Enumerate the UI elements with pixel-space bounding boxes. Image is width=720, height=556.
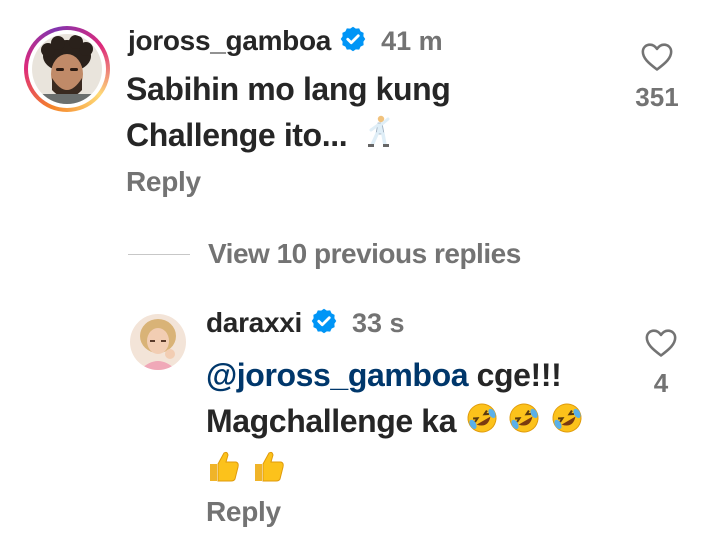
view-replies-label: View 10 previous replies <box>208 238 521 269</box>
comment-text-line: @joross_gamboa cge!!! <box>206 357 562 393</box>
dancing-man-emoji <box>364 115 390 161</box>
rolling-on-floor-laughing-emoji <box>507 401 541 447</box>
comment-joross: joross_gamboa 41 m Sabihin mo lang kung … <box>0 0 720 230</box>
rolling-on-floor-laughing-emoji <box>550 401 584 447</box>
like-control: 351 <box>630 40 684 113</box>
comment-time: 33 s <box>351 307 405 338</box>
comment-time: 41 m <box>381 25 443 56</box>
avatar-joross[interactable] <box>24 26 110 112</box>
reply-button[interactable]: Reply <box>206 496 281 528</box>
like-count: 4 <box>653 368 669 398</box>
comment-text-line: Challenge ito... <box>126 112 450 161</box>
view-previous-replies[interactable]: View 10 previous replies <box>128 238 521 270</box>
verified-badge-icon <box>310 307 338 340</box>
comment-text: Sabihin mo lang kung Challenge ito... <box>126 66 451 161</box>
thumbs-up-emoji <box>206 448 242 496</box>
rolling-on-floor-laughing-emoji <box>465 401 499 447</box>
thumbs-up-emoji <box>251 448 287 496</box>
comment-text-line: Sabihin mo lang kung <box>126 71 451 107</box>
heart-icon[interactable] <box>630 40 684 72</box>
divider-line <box>128 253 190 255</box>
heart-icon[interactable] <box>634 326 688 358</box>
like-control: 4 <box>634 326 688 399</box>
avatar-daraxxi[interactable] <box>130 314 186 370</box>
reply-button[interactable]: Reply <box>126 166 201 198</box>
mention-link[interactable]: @joross_gamboa <box>206 357 469 393</box>
comment-text: @joross_gamboa cge!!! Magchallenge ka <box>206 352 584 496</box>
username[interactable]: joross_gamboa <box>128 25 331 57</box>
comment-text-line <box>206 447 584 497</box>
username[interactable]: daraxxi <box>206 307 302 339</box>
comment-daraxxi: daraxxi 33 s @joross_gamboa cge!!! Magch… <box>0 290 720 556</box>
verified-badge-icon <box>339 25 367 58</box>
like-count: 351 <box>635 82 679 112</box>
comment-text-line: Magchallenge ka <box>206 398 584 447</box>
